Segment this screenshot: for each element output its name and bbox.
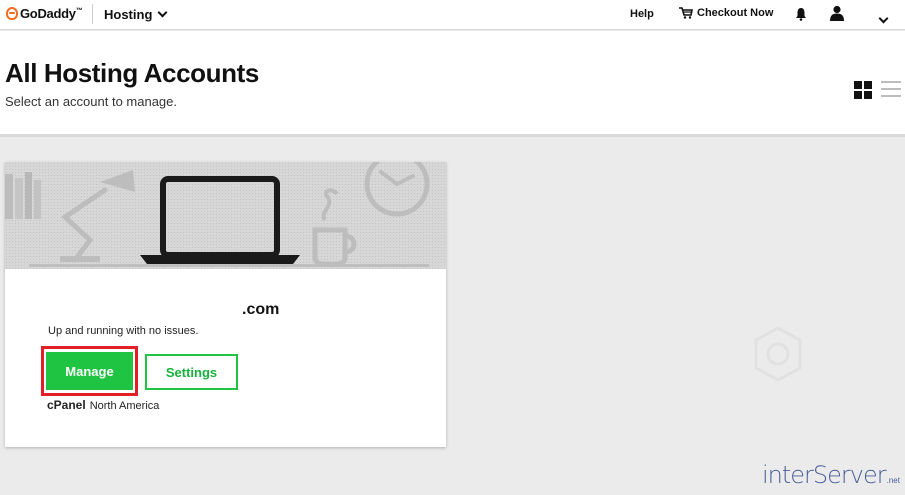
workspace-illustration: [5, 162, 430, 267]
page-title: All Hosting Accounts: [5, 58, 259, 88]
faint-watermark-icon: [752, 326, 804, 382]
bell-icon[interactable]: [795, 7, 807, 21]
card-banner-illustration: [5, 162, 446, 269]
help-link[interactable]: Help: [630, 8, 654, 20]
watermark-text: interServer: [762, 461, 887, 489]
chevron-down-icon: [878, 13, 889, 24]
plan-region: North America: [89, 400, 160, 412]
list-view-icon[interactable]: [881, 81, 901, 97]
page-subtitle: Select an account to manage.: [5, 94, 178, 109]
hosting-product-menu[interactable]: Hosting: [104, 7, 168, 22]
topbar-divider: [92, 4, 93, 24]
cart-icon: [679, 7, 693, 19]
settings-button[interactable]: Settings: [145, 354, 238, 390]
plan-info: cPanel North America: [47, 398, 159, 412]
manage-button[interactable]: Manage: [46, 352, 133, 390]
interserver-watermark: interServer .net: [762, 462, 900, 488]
godaddy-logo[interactable]: GoDaddy™: [6, 6, 83, 21]
account-menu-chevron[interactable]: [878, 9, 890, 24]
account-domain: .com: [242, 301, 280, 318]
account-status: Up and running with no issues.: [48, 325, 199, 337]
plan-type: cPanel: [47, 398, 86, 412]
godaddy-logo-icon: [6, 7, 18, 20]
checkout-now-button[interactable]: Checkout Now: [679, 7, 773, 19]
hosting-menu-label: Hosting: [104, 7, 153, 22]
user-icon[interactable]: [829, 5, 845, 21]
top-navigation-bar: GoDaddy™ Hosting Help Checkout Now: [0, 0, 905, 30]
checkout-now-label: Checkout Now: [697, 7, 774, 19]
brand-name: GoDaddy™: [20, 6, 83, 21]
hosting-account-card: .com Up and running with no issues. Mana…: [5, 162, 446, 447]
grid-view-icon[interactable]: [854, 81, 872, 99]
chevron-down-icon: [157, 7, 168, 18]
watermark-suffix: .net: [886, 476, 900, 485]
page-header: All Hosting Accounts Select an account t…: [0, 31, 905, 137]
